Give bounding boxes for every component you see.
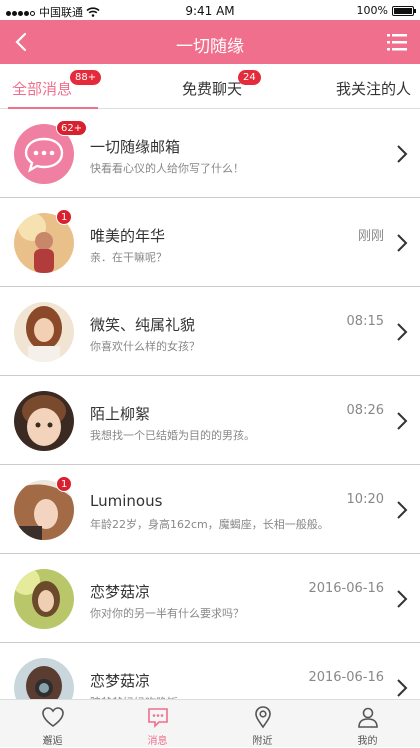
active-tab-indicator: [8, 107, 98, 109]
tab-all-messages[interactable]: 全部消息 88+: [12, 70, 102, 99]
conversation-row[interactable]: 1 Luminous 年龄22岁，身高162cm，魔蝎座，长相一般般。 10:2…: [0, 466, 420, 554]
contact-name: 恋梦菇凉: [90, 672, 151, 690]
contact-name: 微笑、纯属礼貌: [90, 316, 196, 334]
nav-messages[interactable]: 消息: [105, 700, 210, 748]
message-preview: 年龄22岁，身高162cm，魔蝎座，长相一般般。: [90, 518, 329, 531]
tab-label: 免费聊天: [182, 80, 243, 98]
tab-following[interactable]: 我关注的人: [336, 78, 411, 99]
conversation-row[interactable]: 微笑、纯属礼貌 你喜欢什么样的女孩？ 08:15: [0, 288, 420, 376]
nav-label: 消息: [147, 736, 168, 747]
person-icon: [358, 707, 378, 728]
conversation-row[interactable]: 恋梦菇凉 你对你的另一半有什么要求吗？ 2016-06-16: [0, 555, 420, 643]
list-menu-icon[interactable]: [386, 31, 408, 53]
tab-label: 全部消息: [12, 80, 73, 98]
message-preview: 亲．在干嘛呢？: [90, 251, 167, 264]
battery-status: 100%: [356, 4, 416, 17]
chevron-right-icon: [397, 501, 408, 519]
contact-name: 唯美的年华: [90, 227, 166, 245]
chevron-right-icon: [397, 590, 408, 608]
avatar: [14, 302, 74, 362]
nav-nearby[interactable]: 附近: [210, 700, 315, 748]
avatar-photo: [14, 391, 74, 451]
message-preview: 我想找一个已结婚为目的的男孩。: [90, 429, 255, 442]
heart-icon: [42, 707, 64, 727]
tab-bar: 全部消息 88+ 免费聊天 24 我关注的人: [0, 64, 420, 109]
nav-label: 我的: [357, 736, 378, 747]
message-time: 2016-06-16: [308, 581, 384, 596]
chevron-right-icon: [397, 234, 408, 252]
contact-name: 恋梦菇凉: [90, 583, 151, 601]
conversation-row[interactable]: 陌上柳絮 我想找一个已结婚为目的的男孩。 08:26: [0, 377, 420, 465]
unread-count-badge: 62+: [56, 120, 88, 136]
battery-icon: [392, 5, 416, 16]
message-time: 2016-06-16: [308, 670, 384, 685]
message-time: 08:26: [346, 403, 384, 418]
message-time: 刚刚: [357, 229, 384, 244]
conversation-row[interactable]: 1 唯美的年华 亲．在干嘛呢？ 刚刚: [0, 199, 420, 287]
message-icon: [148, 708, 168, 728]
message-time: 10:20: [346, 492, 384, 507]
avatar: [14, 391, 74, 451]
tab-free-chat[interactable]: 免费聊天 24: [182, 70, 261, 99]
message-preview: 你喜欢什么样的女孩？: [90, 340, 200, 353]
bottom-nav: 邂逅 消息 附近 我的: [0, 699, 420, 747]
battery-label: 100%: [356, 4, 388, 17]
contact-name: 陌上柳絮: [90, 405, 151, 423]
avatar-photo: [14, 302, 74, 362]
contact-name: Luminous: [90, 492, 163, 510]
unread-badge: 88+: [70, 70, 102, 85]
app-header: 一切随缘: [0, 20, 420, 64]
message-time: 08:15: [346, 314, 384, 329]
nav-label: 邂逅: [42, 736, 63, 747]
nav-profile[interactable]: 我的: [315, 700, 420, 748]
unread-badge: 24: [238, 70, 261, 85]
message-preview: 快看看心仪的人给你写了什么！: [90, 162, 244, 175]
message-preview: 你对你的另一半有什么要求吗？: [90, 607, 244, 620]
nav-encounter[interactable]: 邂逅: [0, 700, 105, 748]
chevron-right-icon: [397, 145, 408, 163]
unread-count-badge: 1: [56, 209, 73, 225]
nav-label: 附近: [252, 736, 273, 747]
chevron-right-icon: [397, 323, 408, 341]
chevron-right-icon: [397, 679, 408, 697]
mailbox-row[interactable]: 62+ 一切随缘邮箱 快看看心仪的人给你写了什么！: [0, 110, 420, 198]
avatar: [14, 569, 74, 629]
contact-name: 一切随缘邮箱: [90, 138, 181, 156]
status-bar: 中国联通 9:41 AM 100%: [0, 0, 420, 20]
unread-count-badge: 1: [56, 476, 73, 492]
tab-label: 我关注的人: [336, 80, 412, 98]
page-title: 一切随缘: [176, 37, 244, 57]
location-icon: [255, 706, 271, 729]
chevron-right-icon: [397, 412, 408, 430]
avatar-photo: [14, 569, 74, 629]
